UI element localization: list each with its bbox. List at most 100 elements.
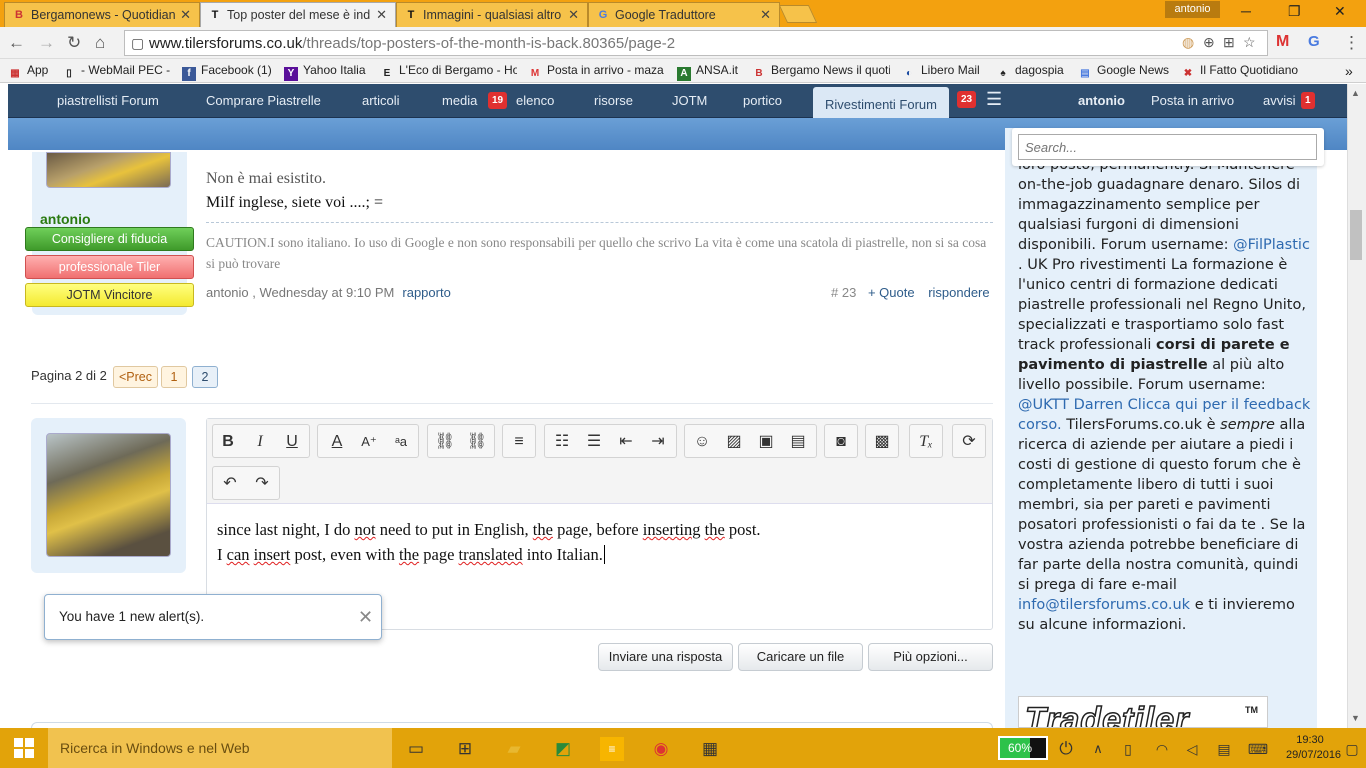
align-left-icon[interactable]: ≡ — [508, 432, 530, 452]
nav-alerts[interactable]: avvisi — [1263, 93, 1301, 108]
back-icon[interactable]: ← — [8, 33, 25, 53]
store-icon[interactable]: ⊞ — [453, 737, 477, 761]
font-family-icon[interactable]: ᵃa — [390, 432, 412, 452]
bold-icon[interactable]: B — [217, 432, 239, 452]
page-2-button[interactable]: 2 — [192, 366, 218, 388]
prev-page-button[interactable]: <Prec — [113, 366, 159, 388]
scrollbar-thumb[interactable] — [1350, 210, 1362, 260]
show-hidden-icons-icon[interactable]: ∧ — [1086, 737, 1110, 761]
post-username[interactable]: antonio — [40, 211, 91, 227]
bookmark-star-icon[interactable]: ☆ — [1243, 34, 1256, 51]
nav-comprare-piastrelle[interactable]: Comprare Piastrelle — [206, 93, 321, 108]
taskbar-clock[interactable]: 19:30 29/07/2016 — [1286, 733, 1341, 763]
camera-icon[interactable]: ◙ — [830, 432, 852, 452]
bookmark-webmail[interactable]: ▯ - WebMail PEC - — [62, 63, 170, 81]
gmail-icon[interactable]: M — [1276, 33, 1289, 51]
cookie-icon[interactable]: ◍ — [1182, 34, 1194, 51]
image-icon[interactable]: ▨ — [723, 432, 745, 452]
nav-piastrellisti-forum[interactable]: piastrellisti Forum — [57, 93, 159, 108]
address-bar[interactable]: ▢ www.tilersforums.co.uk/threads/top-pos… — [124, 30, 1268, 56]
numbered-list-icon[interactable]: ☰ — [583, 432, 605, 452]
bookmark-dagospia[interactable]: ♠ dagospia — [996, 63, 1063, 81]
scroll-down-icon[interactable]: ▼ — [1351, 713, 1360, 723]
chrome-icon[interactable]: ◉ — [649, 737, 673, 761]
nav-portico[interactable]: portico — [743, 93, 782, 108]
text-color-icon[interactable]: A — [326, 432, 348, 452]
browser-tab[interactable]: B Bergamonews - Quotidian ✕ — [4, 2, 200, 27]
tradetiler-logo[interactable]: Tradetiler TM — [1018, 696, 1268, 728]
scroll-up-icon[interactable]: ▲ — [1351, 88, 1360, 98]
action-center-icon[interactable]: ▢ — [1340, 737, 1364, 761]
avatar[interactable] — [46, 433, 171, 557]
windows-start-button[interactable] — [0, 728, 48, 768]
usb-icon[interactable]: ▯ — [1116, 737, 1140, 761]
bookmark-apps[interactable]: ▦ App — [8, 63, 48, 81]
hamburger-menu-icon[interactable]: ☰ — [986, 89, 1002, 110]
more-bookmarks-icon[interactable]: » — [1345, 63, 1353, 79]
font-size-icon[interactable]: A⁺ — [358, 432, 380, 452]
google-translate-icon[interactable]: G — [1308, 33, 1320, 50]
nav-articoli[interactable]: articoli — [362, 93, 400, 108]
bookmark-bergamonews[interactable]: B Bergamo News il quoti — [752, 63, 890, 81]
browser-tab-active[interactable]: T Top poster del mese è ind ✕ — [200, 2, 396, 27]
notifications-icon[interactable]: ▤ — [1212, 737, 1236, 761]
quote-link[interactable]: + Quote — [868, 285, 915, 300]
volume-icon[interactable]: ◁ — [1180, 737, 1204, 761]
editor-content[interactable]: since last night, I do not need to put i… — [217, 517, 987, 567]
menu-icon[interactable]: ⋮ — [1343, 33, 1360, 53]
reload-icon[interactable]: ↻ — [67, 33, 81, 53]
filplastic-link[interactable]: @FilPlastic — [1233, 237, 1310, 253]
wifi-icon[interactable]: ◠ — [1150, 737, 1174, 761]
upload-file-button[interactable]: Caricare un file — [738, 643, 863, 671]
nav-media[interactable]: media — [442, 93, 477, 108]
smiley-icon[interactable]: ☺ — [691, 432, 713, 452]
close-window-icon[interactable]: ✕ — [1334, 3, 1346, 20]
bookmark-yahoo[interactable]: Y Yahoo Italia — [284, 63, 366, 81]
code-icon[interactable]: ▤ — [787, 432, 809, 452]
submit-reply-button[interactable]: Inviare una risposta — [598, 643, 733, 671]
bookmark-libero[interactable]: ◐ Libero Mail — [902, 63, 980, 81]
report-link[interactable]: rapporto — [402, 285, 450, 300]
email-link[interactable]: info@tilersforums.co.uk — [1018, 597, 1190, 613]
close-icon[interactable]: ✕ — [180, 7, 191, 23]
save-draft-icon[interactable]: ▩ — [871, 432, 893, 452]
bookmark-google-news[interactable]: ▤ Google News — [1078, 63, 1169, 81]
battery-indicator[interactable]: 60% — [998, 736, 1048, 760]
outdent-icon[interactable]: ⇤ — [615, 432, 637, 452]
nav-inbox[interactable]: Posta in arrivo — [1151, 93, 1234, 108]
bookmark-fatto[interactable]: ✖ Il Fatto Quotidiano — [1181, 63, 1298, 81]
indent-icon[interactable]: ⇥ — [647, 432, 669, 452]
italic-icon[interactable]: I — [249, 432, 271, 452]
search-input[interactable] — [1018, 134, 1317, 160]
profile-badge[interactable]: antonio — [1165, 1, 1220, 18]
bookmark-posta[interactable]: M Posta in arrivo - maza — [528, 63, 666, 81]
post-author-date[interactable]: antonio , Wednesday at 9:10 PM — [206, 285, 394, 300]
photos-icon[interactable]: ◩ — [551, 737, 575, 761]
browser-tab[interactable]: G Google Traduttore ✕ — [588, 2, 780, 27]
bookmark-facebook[interactable]: f Facebook (1) — [182, 63, 272, 81]
page-info-icon[interactable]: ▢ — [131, 35, 144, 52]
close-icon[interactable]: ✕ — [568, 7, 579, 23]
link-icon[interactable]: ⛓ — [434, 432, 456, 452]
home-icon[interactable]: ⌂ — [95, 33, 105, 53]
maximize-icon[interactable]: ❐ — [1288, 3, 1301, 20]
close-icon[interactable]: ✕ — [358, 607, 373, 628]
avatar[interactable] — [46, 152, 171, 188]
translate-icon[interactable]: ⊞ — [1223, 34, 1235, 51]
unlink-icon[interactable]: ⛓ — [466, 432, 488, 452]
new-tab-button[interactable] — [778, 5, 818, 23]
bookmark-ansa[interactable]: A ANSA.it — [677, 63, 738, 81]
nav-user[interactable]: antonio — [1078, 93, 1125, 108]
media-icon[interactable]: ▣ — [755, 432, 777, 452]
minimize-icon[interactable]: ─ — [1241, 3, 1251, 19]
bullet-list-icon[interactable]: ☷ — [551, 432, 573, 452]
browser-tab[interactable]: T Immagini - qualsiasi altro ✕ — [396, 2, 588, 27]
zoom-icon[interactable]: ⊕ — [1203, 34, 1215, 51]
close-icon[interactable]: ✕ — [376, 7, 387, 23]
nav-elenco[interactable]: elenco — [516, 93, 554, 108]
file-explorer-icon[interactable]: ▰ — [502, 737, 526, 761]
app-icon[interactable]: ≡ — [600, 737, 624, 761]
task-view-icon[interactable]: ▭ — [404, 737, 428, 761]
power-plug-icon[interactable]: ⏻ — [1054, 737, 1078, 761]
nav-jotm[interactable]: JOTM — [672, 93, 707, 108]
